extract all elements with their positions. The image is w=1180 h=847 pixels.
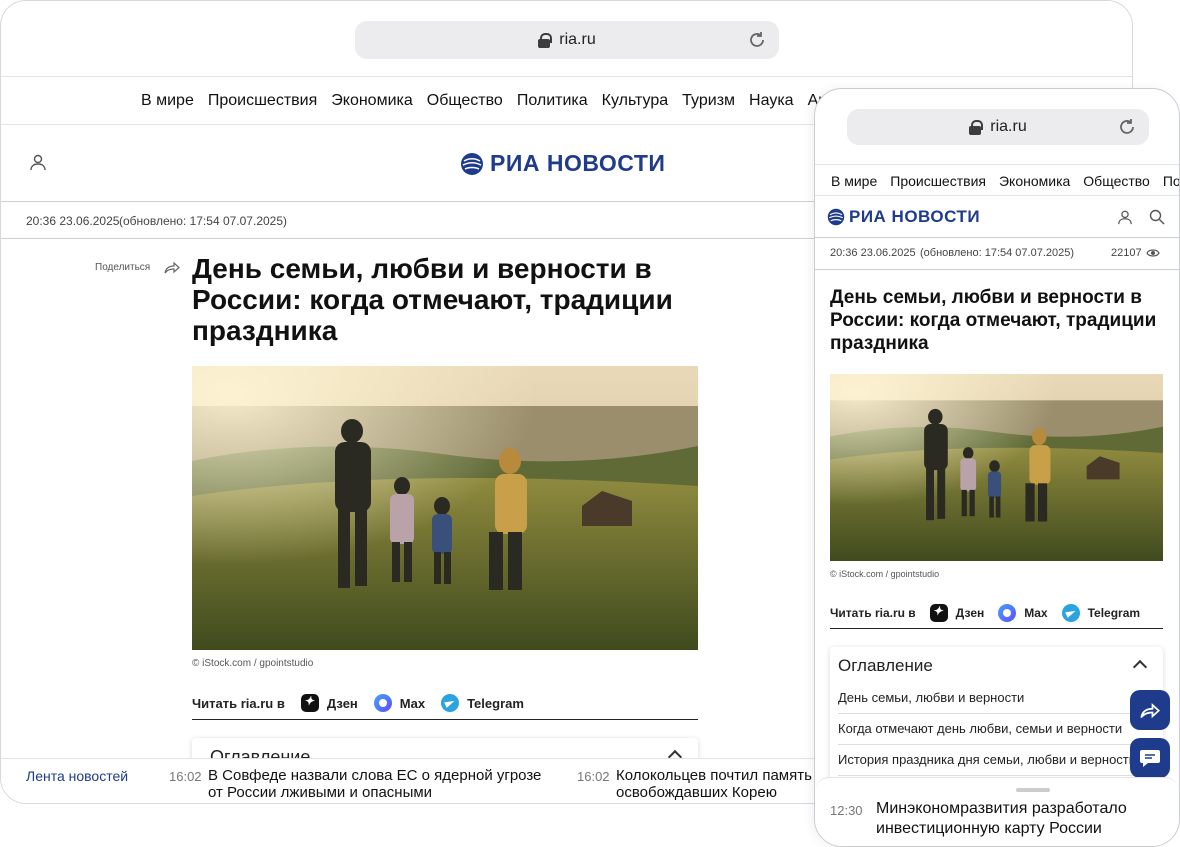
logo-globe-icon xyxy=(461,152,483,175)
ticker-item-time: 16:02 xyxy=(577,769,610,784)
read-in-telegram-link[interactable]: Telegram xyxy=(441,694,524,712)
nav-item-incidents[interactable]: Происшествия xyxy=(890,173,986,189)
read-in-dzen-link[interactable]: Дзен xyxy=(929,603,985,622)
dzen-icon xyxy=(929,603,948,622)
nav-item-economy[interactable]: Экономика xyxy=(999,173,1070,189)
desktop-address-bar[interactable]: ria.ru xyxy=(355,21,779,59)
mobile-site-header: РИА НОВОСТИ xyxy=(815,196,1179,238)
max-label: Max xyxy=(399,695,426,711)
updated-time: (обновлено: 17:54 07.07.2025) xyxy=(119,214,288,228)
nav-item-incidents[interactable]: Происшествия xyxy=(208,92,317,110)
toc-item[interactable]: День семьи, любви и верности xyxy=(838,690,1148,714)
read-in-max-link[interactable]: Max xyxy=(998,603,1048,622)
nav-item-society[interactable]: Общество xyxy=(427,92,503,110)
site-logo[interactable]: РИА НОВОСТИ xyxy=(827,207,980,227)
share-button[interactable] xyxy=(1130,690,1170,730)
logo-text: РИА НОВОСТИ xyxy=(490,150,666,176)
dzen-label: Дзен xyxy=(955,605,985,620)
toc-item[interactable]: История праздника дня семьи, любви и вер… xyxy=(838,752,1148,776)
nav-item-politics[interactable]: Политика xyxy=(517,92,588,110)
share-icon xyxy=(1140,703,1160,719)
read-in-label: Читать ria.ru в xyxy=(830,605,916,620)
user-icon[interactable] xyxy=(29,153,47,171)
nav-item-world[interactable]: В мире xyxy=(831,173,877,189)
max-label: Max xyxy=(1024,605,1048,620)
read-in-label: Читать ria.ru в xyxy=(192,695,285,711)
nav-item-economy[interactable]: Экономика xyxy=(331,92,413,110)
article-title: День семьи, любви и верности в России: к… xyxy=(830,287,1157,354)
read-in-dzen-link[interactable]: Дзен xyxy=(300,694,358,712)
eye-icon xyxy=(1146,249,1160,257)
sheet-drag-handle[interactable] xyxy=(1016,788,1050,792)
article-photo xyxy=(192,366,698,650)
views-count: 22107 xyxy=(1111,247,1142,259)
search-icon[interactable] xyxy=(1149,209,1165,225)
news-bottom-sheet[interactable]: 12:30 Минэкономразвития разработало инве… xyxy=(815,777,1179,846)
news-feed-link[interactable]: Лента новостей xyxy=(26,768,128,784)
share-control[interactable]: Поделиться xyxy=(95,260,181,274)
toc-title: Оглавление xyxy=(838,656,933,675)
share-icon xyxy=(164,261,181,274)
toc-item[interactable]: Когда отмечают день любви, семьи и верно… xyxy=(838,721,1148,745)
read-in-telegram-link[interactable]: Telegram xyxy=(1061,603,1141,622)
news-item-time: 12:30 xyxy=(830,803,863,818)
mobile-address-bar[interactable]: ria.ru xyxy=(847,109,1149,145)
nav-item-truncated[interactable]: По xyxy=(1163,173,1179,189)
publish-time: 20:36 23.06.2025 xyxy=(26,214,120,228)
site-logo[interactable]: РИА НОВОСТИ xyxy=(460,150,665,177)
telegram-label: Telegram xyxy=(1087,605,1141,620)
table-of-contents: Оглавление День семьи, любви и верности … xyxy=(830,647,1163,787)
chat-icon xyxy=(1140,750,1160,767)
mobile-url-text: ria.ru xyxy=(990,118,1027,135)
desktop-browser-chrome: ria.ru xyxy=(1,1,1132,77)
lock-icon xyxy=(969,119,984,135)
chevron-up-icon[interactable] xyxy=(1132,659,1148,675)
read-in-bar: Читать ria.ru в Дзен Max Telegram xyxy=(192,693,698,720)
article-photo xyxy=(830,374,1163,561)
read-in-max-link[interactable]: Max xyxy=(373,694,426,712)
nav-item-society[interactable]: Общество xyxy=(1083,173,1150,189)
nav-item-culture[interactable]: Культура xyxy=(602,92,669,110)
logo-text: РИА НОВОСТИ xyxy=(849,207,981,226)
ticker-item-time: 16:02 xyxy=(169,769,202,784)
nav-item-tourism[interactable]: Туризм xyxy=(682,92,735,110)
read-in-bar: Читать ria.ru в Дзен Max Telegram xyxy=(830,603,1163,629)
ticker-item-text[interactable]: В Совфеде назвали слова ЕС о ядерной угр… xyxy=(208,767,558,801)
publish-time: 20:36 23.06.2025 xyxy=(830,247,916,259)
telegram-icon xyxy=(1061,603,1080,622)
photo-credit: © iStock.com / gpointstudio xyxy=(192,658,314,669)
max-icon xyxy=(373,694,392,712)
photo-credit: © iStock.com / gpointstudio xyxy=(830,569,940,579)
user-icon[interactable] xyxy=(1117,209,1133,225)
nav-item-science[interactable]: Наука xyxy=(749,92,794,110)
dzen-label: Дзен xyxy=(326,695,358,711)
desktop-url-text: ria.ru xyxy=(559,31,596,48)
news-item-text[interactable]: Минэкономразвития разработало инвестицио… xyxy=(876,799,1166,839)
comments-button[interactable] xyxy=(1130,738,1170,778)
mobile-section-nav: В мире Происшествия Экономика Общество П… xyxy=(815,166,1179,196)
share-label: Поделиться xyxy=(95,261,151,273)
reload-icon[interactable] xyxy=(747,30,767,50)
mobile-article-meta: 20:36 23.06.2025 (обновлено: 17:54 07.07… xyxy=(815,238,1179,270)
telegram-label: Telegram xyxy=(467,695,524,711)
mobile-browser-window: ria.ru В мире Происшествия Экономика Общ… xyxy=(814,88,1180,847)
article-title: День семьи, любви и верности в России: к… xyxy=(192,253,673,346)
nav-item-world[interactable]: В мире xyxy=(141,92,194,110)
updated-time: (обновлено: 17:54 07.07.2025) xyxy=(920,247,1075,259)
lock-icon xyxy=(538,32,553,48)
mobile-browser-chrome: ria.ru xyxy=(815,89,1179,165)
telegram-icon xyxy=(441,694,460,712)
dzen-icon xyxy=(300,694,319,712)
reload-icon[interactable] xyxy=(1117,117,1137,137)
max-icon xyxy=(998,603,1017,622)
logo-globe-icon xyxy=(827,208,845,226)
